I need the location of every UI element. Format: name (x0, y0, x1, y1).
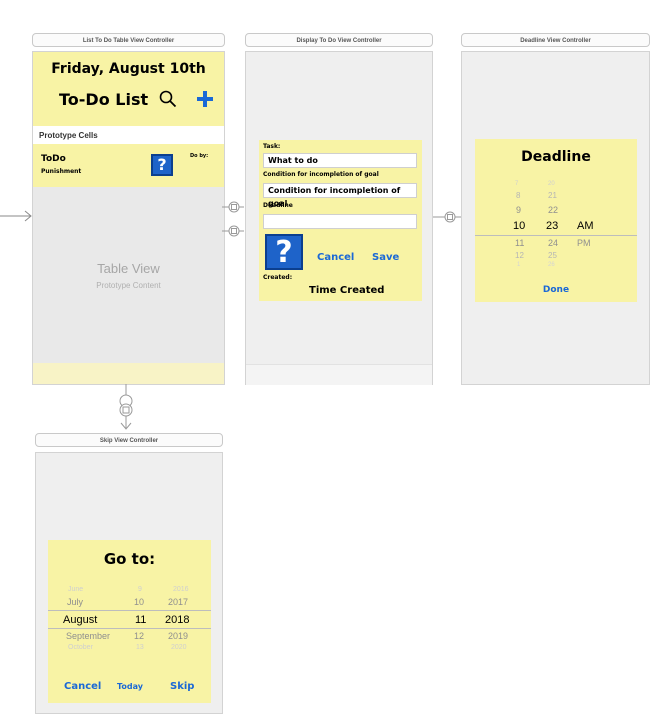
segue-connectors (222, 201, 244, 237)
skip-heading: Go to: (103, 550, 156, 568)
table-view-placeholder: Table View Prototype Content (33, 187, 224, 363)
scene-title-display: Display To Do View Controller (245, 33, 433, 47)
task-label: Task: (263, 143, 281, 150)
created-label: Created: (263, 274, 293, 281)
skip-button[interactable]: Skip (170, 681, 194, 692)
cell-title: ToDo (41, 154, 66, 164)
picker-row: 7 20 (515, 181, 555, 187)
today-button[interactable]: Today (117, 682, 143, 691)
condition-field[interactable]: Condition for incompletion of goal (263, 183, 417, 208)
picker-row: 8 21 (516, 191, 557, 200)
segue-connector-deadline (433, 211, 461, 223)
skip-scene: Go to: June 9 2016 July 10 2017 August 1… (35, 452, 223, 714)
page-title: To-Do List (59, 90, 149, 109)
section-label: Prototype Cells (39, 131, 98, 140)
search-icon[interactable] (159, 90, 177, 108)
prototype-cell[interactable]: ToDo Punishment ? Do by: (33, 144, 224, 187)
picker-divider (48, 610, 211, 611)
picker-row: July 10 2017 (67, 597, 189, 607)
picker-row: June 9 2016 (68, 586, 189, 593)
date-picker[interactable]: June 9 2016 July 10 2017 August 11 2018 … (48, 586, 211, 656)
doby-label: Do by: (190, 153, 209, 159)
cell-subtitle: Punishment (41, 168, 82, 175)
picker-divider (48, 628, 211, 629)
entry-arrow-icon (0, 210, 32, 222)
cancel-button[interactable]: Cancel (64, 681, 101, 692)
picker-row: 9 22 (516, 205, 559, 215)
scene-title-deadline: Deadline View Controller (461, 33, 650, 47)
time-picker[interactable]: 7 20 8 21 9 22 10 23 AM 11 24 PM 12 25 1… (475, 181, 637, 271)
question-button[interactable]: ? (265, 234, 303, 270)
section-header: Prototype Cells (33, 126, 224, 144)
question-icon: ? (151, 154, 173, 176)
task-field[interactable]: What to do (263, 153, 417, 168)
deadline-heading: Deadline (521, 149, 591, 165)
display-scene: Task: What to do Condition for incomplet… (245, 51, 433, 385)
picker-selected-row: 10 23 AM (513, 220, 594, 232)
deadline-scene: Deadline 7 20 8 21 9 22 10 23 AM 11 24 P… (461, 51, 650, 385)
table-view-sublabel: Prototype Content (96, 281, 161, 290)
picker-row: September 12 2019 (66, 631, 189, 641)
scene-title-skip: Skip View Controller (35, 433, 223, 447)
list-header: Friday, August 10th To-Do List (33, 52, 224, 126)
deadline-panel: Deadline 7 20 8 21 9 22 10 23 AM 11 24 P… (475, 139, 637, 302)
scene-title-list: List To Do Table View Controller (32, 33, 225, 47)
date-label: Friday, August 10th (51, 61, 206, 77)
created-value: Time Created (309, 285, 385, 296)
deadline-label: Deadline (263, 202, 293, 209)
picker-row: 11 24 PM (515, 238, 591, 248)
list-scene: Friday, August 10th To-Do List Prototype… (32, 51, 225, 385)
save-button[interactable]: Save (372, 252, 399, 263)
picker-row: October 13 2020 (68, 644, 187, 651)
condition-label: Condition for incompletion of goal (263, 171, 379, 178)
toolbar (33, 363, 224, 384)
deadline-field[interactable] (263, 214, 417, 229)
table-view-label: Table View (97, 261, 160, 276)
picker-divider (475, 235, 637, 236)
done-button[interactable]: Done (475, 285, 637, 295)
display-panel: Task: What to do Condition for incomplet… (259, 140, 422, 301)
picker-selected-row: August 11 2018 (63, 614, 190, 626)
segue-connector-skip (119, 384, 133, 430)
display-toolbar (246, 364, 432, 385)
picker-row: 1 26 (517, 262, 555, 268)
add-icon[interactable] (197, 91, 213, 107)
cancel-button[interactable]: Cancel (317, 252, 354, 263)
skip-panel: Go to: June 9 2016 July 10 2017 August 1… (48, 540, 211, 703)
